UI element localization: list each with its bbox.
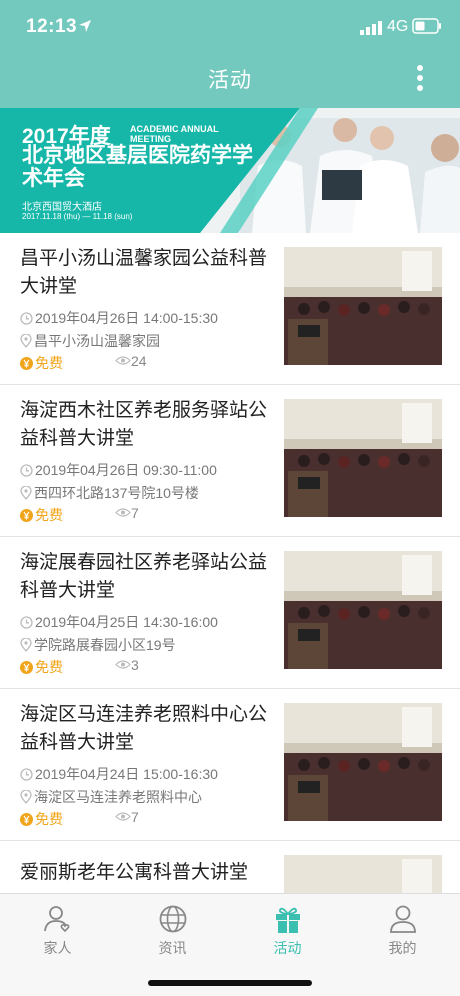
event-date: 2019年04月26日 09:30-11:00 [35,462,217,478]
event-list-item[interactable]: 海淀西木社区养老服务驿站公益科普大讲堂 2019年04月26日 09:30-11… [0,385,460,537]
status-bar: 12:13 4G [0,0,460,56]
tab-news[interactable]: 资讯 [115,904,230,958]
event-price-row: 免费 [20,505,63,525]
battery-icon [412,18,441,34]
yen-icon [20,813,33,826]
location-pin-icon [20,637,32,652]
location-pin-icon [20,333,32,348]
event-address-row: 海淀区马连洼养老照料中心 [20,787,202,807]
banner-english-title: ACADEMIC ANNUAL MEETING [130,124,219,144]
tab-me[interactable]: 我的 [345,904,460,958]
event-address-row: 学院路展春园小区19号 [20,635,176,655]
yen-icon [20,661,33,674]
event-price: 免费 [35,811,63,827]
event-address-row: 西四环北路137号院10号楼 [20,483,199,503]
event-title: 海淀西木社区养老服务驿站公益科普大讲堂 [20,400,268,449]
event-list-item[interactable]: 昌平小汤山温馨家园公益科普大讲堂 2019年04月26日 14:00-15:30… [0,233,460,385]
tab-family[interactable]: 家人 [0,904,115,958]
tab-activities[interactable]: 活动 [230,904,345,958]
event-date: 2019年04月25日 14:30-16:00 [35,614,218,630]
event-thumbnail[interactable] [284,703,442,821]
tab-news-label: 资讯 [158,940,187,956]
event-price: 免费 [35,507,63,523]
event-thumbnail[interactable] [284,551,442,669]
event-date: 2019年04月24日 15:00-16:30 [35,766,218,782]
more-dot-icon [417,75,423,81]
banner-dates: 2017.11.18 (thu) — 11.18 (sun) [22,212,133,221]
event-address-row: 昌平小汤山温馨家园 [20,331,160,351]
event-title: 爱丽斯老年公寓科普大讲堂 [20,862,249,883]
event-views: 7 [131,505,139,521]
tab-family-label: 家人 [43,940,72,956]
tab-activities-label: 活动 [273,940,302,956]
eye-icon [115,812,131,821]
yen-icon [20,509,33,522]
event-thumbnail[interactable] [284,399,442,517]
event-views: 24 [131,353,147,369]
event-thumbnail[interactable] [284,247,442,365]
event-address: 海淀区马连洼养老照料中心 [34,789,202,805]
event-list: 昌平小汤山温馨家园公益科普大讲堂 2019年04月26日 14:00-15:30… [0,233,460,973]
location-arrow-icon [79,20,91,32]
event-date: 2019年04月26日 14:00-15:30 [35,310,218,326]
event-list-item[interactable]: 海淀展春园社区养老驿站公益科普大讲堂 2019年04月25日 14:30-16:… [0,537,460,689]
event-address: 学院路展春园小区19号 [34,637,176,653]
eye-icon [115,356,131,365]
event-date-row: 2019年04月26日 09:30-11:00 [20,460,217,480]
event-views: 3 [131,657,139,673]
event-views-row: 24 [115,353,147,369]
event-list-item[interactable]: 海淀区马连洼养老照料中心公益科普大讲堂 2019年04月24日 15:00-16… [0,689,460,841]
network-type: 4G [387,18,409,35]
eye-icon [115,660,131,669]
person-icon [389,905,416,933]
clock-icon [20,464,33,477]
event-date-row: 2019年04月24日 15:00-16:30 [20,764,218,784]
more-menu-button[interactable] [408,62,432,98]
event-views: 7 [131,809,139,825]
event-price-row: 免费 [20,809,63,829]
event-title: 海淀区马连洼养老照料中心公益科普大讲堂 [20,704,268,753]
location-pin-icon [20,485,32,500]
event-price: 免费 [35,659,63,675]
event-title: 海淀展春园社区养老驿站公益科普大讲堂 [20,552,268,601]
clock-icon [20,312,33,325]
event-date-row: 2019年04月25日 14:30-16:00 [20,612,218,632]
eye-icon [115,508,131,517]
clock-icon [20,616,33,629]
more-dot-icon [417,85,423,91]
signal-icon [360,21,382,35]
event-price-row: 免费 [20,657,63,677]
status-time: 12:13 [26,16,78,37]
location-pin-icon [20,789,32,804]
event-views-row: 3 [115,657,139,673]
event-address: 西四环北路137号院10号楼 [34,485,199,501]
banner-title: 北京地区基层医院药学学术年会 [22,144,253,190]
header-bar: 12:13 4G 活动 [0,0,460,108]
event-title: 昌平小汤山温馨家园公益科普大讲堂 [20,248,268,297]
event-price: 免费 [35,355,63,371]
event-address: 昌平小汤山温馨家园 [34,333,160,349]
event-date-row: 2019年04月26日 14:00-15:30 [20,308,218,328]
page-title: 活动 [208,69,252,92]
gift-icon [275,907,300,933]
family-icon [43,906,69,933]
clock-icon [20,768,33,781]
banner-venue: 北京西国贸大酒店 [22,202,102,213]
more-dot-icon [417,65,423,71]
event-views-row: 7 [115,505,139,521]
globe-icon [159,905,186,933]
tab-me-label: 我的 [388,940,417,956]
yen-icon [20,357,33,370]
home-indicator[interactable] [148,980,312,986]
event-views-row: 7 [115,809,139,825]
event-price-row: 免费 [20,353,63,373]
